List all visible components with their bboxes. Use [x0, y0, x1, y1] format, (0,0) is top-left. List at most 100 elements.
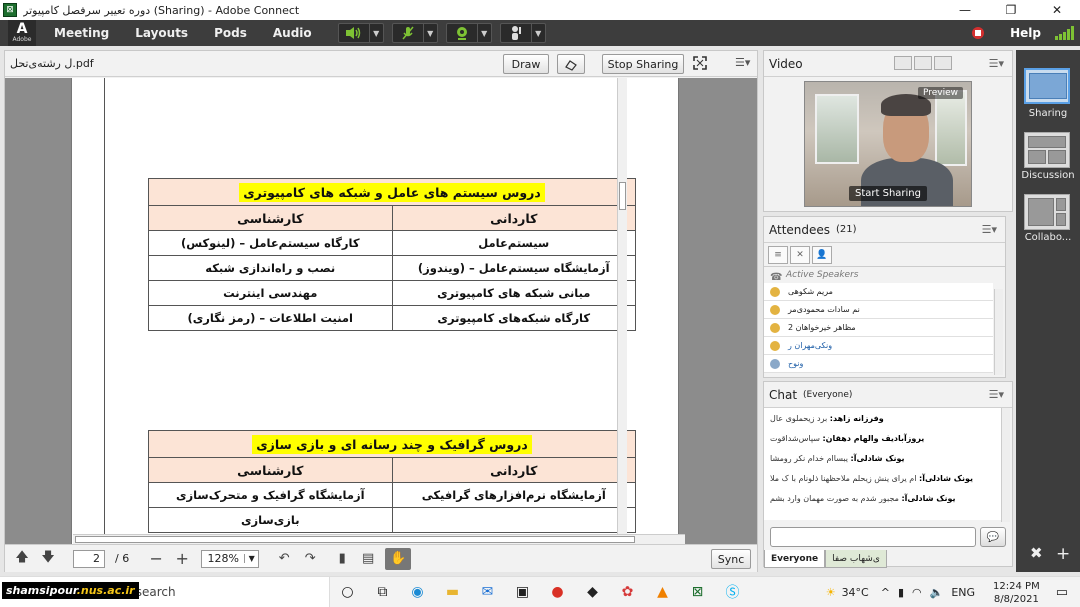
rotate-left-icon[interactable]: ↶: [271, 548, 297, 570]
file-explorer-icon[interactable]: ▬: [435, 577, 470, 607]
pod-menu-icon[interactable]: ☰▾: [989, 57, 1004, 70]
layout-discussion[interactable]: [1024, 132, 1070, 168]
edge-icon[interactable]: ◉: [400, 577, 435, 607]
minimize-button[interactable]: —: [942, 0, 988, 20]
adobe-connect-taskbar-icon[interactable]: ⊠: [680, 577, 715, 607]
zoom-select[interactable]: 128% ▼: [201, 549, 260, 568]
list-item[interactable]: ونوح: [764, 355, 993, 373]
video-pod-header: Video ☰▾: [764, 51, 1012, 77]
menu-layouts[interactable]: Layouts: [135, 26, 188, 40]
chevron-down-icon[interactable]: ▼: [244, 554, 258, 563]
paint-app-icon[interactable]: ✿: [610, 577, 645, 607]
language-indicator[interactable]: ENG: [951, 586, 975, 599]
save-document-icon[interactable]: ▮: [329, 548, 355, 570]
speaker-icon[interactable]: [339, 26, 369, 40]
weather-icon[interactable]: ☀: [826, 586, 836, 599]
webcam-control[interactable]: ▼: [445, 23, 492, 43]
chevron-down-icon[interactable]: ▼: [368, 24, 383, 42]
system-tray: ☀ 34°C ^ ▮ ◠ 🔈 ENG 12:24 PM 8/8/2021 ▭: [826, 577, 1080, 607]
collapse-view-icon[interactable]: ✕: [790, 245, 810, 264]
document-viewer: دروس سیستم های عامل و شبکه های کامپیوتری…: [5, 78, 757, 544]
list-item[interactable]: مریم شکوهی: [764, 283, 993, 301]
filmstrip-view-icon[interactable]: [914, 56, 932, 70]
webcam-video[interactable]: Preview Start Sharing: [804, 81, 972, 207]
list-item[interactable]: نم سادات محمودی‌مر: [764, 301, 993, 319]
chevron-up-icon[interactable]: ^: [881, 586, 890, 599]
vertical-scrollbar[interactable]: [617, 78, 627, 544]
hand-tool-icon[interactable]: ✋: [385, 547, 412, 570]
weather-temp[interactable]: 34°C: [842, 586, 869, 599]
chrome-icon[interactable]: ●: [540, 577, 575, 607]
microphone-muted-icon[interactable]: [393, 25, 423, 41]
store-icon[interactable]: ▣: [505, 577, 540, 607]
menu-audio[interactable]: Audio: [273, 26, 312, 40]
pod-menu-icon[interactable]: ☰▾: [989, 388, 1004, 401]
chat-scope: (Everyone): [803, 389, 853, 400]
menu-pods[interactable]: Pods: [214, 26, 247, 40]
chat-input[interactable]: [770, 527, 976, 547]
chevron-down-icon[interactable]: ▼: [422, 24, 437, 42]
webcam-icon[interactable]: [447, 25, 477, 41]
wifi-icon[interactable]: ◠: [912, 586, 922, 599]
volume-icon[interactable]: 🔈: [930, 586, 944, 599]
pod-menu-icon[interactable]: ☰▾: [982, 223, 997, 236]
horizontal-scrollbar[interactable]: [73, 534, 685, 544]
add-layout-icon[interactable]: +: [1056, 544, 1070, 564]
recording-pause-icon[interactable]: [972, 27, 985, 39]
close-button[interactable]: ✕: [1034, 0, 1080, 20]
print-document-icon[interactable]: ▤: [355, 548, 381, 570]
chevron-down-icon[interactable]: ▼: [530, 24, 545, 42]
column-header-associate: کاردانی: [391, 457, 636, 483]
vertical-scrollbar[interactable]: [1001, 408, 1010, 522]
pod-menu-icon[interactable]: ☰▾: [735, 56, 750, 69]
arrow-down-icon[interactable]: 🡇: [35, 548, 61, 570]
send-message-button[interactable]: 💬: [980, 527, 1006, 547]
sync-button[interactable]: Sync: [711, 549, 751, 569]
zoom-out-icon[interactable]: −: [143, 548, 169, 570]
vertical-scrollbar[interactable]: [994, 289, 1003, 375]
menu-meeting[interactable]: Meeting: [54, 26, 109, 40]
zoom-in-icon[interactable]: +: [169, 548, 195, 570]
microphone-control[interactable]: ▼: [391, 23, 438, 43]
list-item[interactable]: مظاهر خیرخواهان 2: [764, 319, 993, 337]
menu-bar: A Adobe Meeting Layouts Pods Audio ▼ ▼ ▼ …: [0, 20, 1080, 46]
menu-help[interactable]: Help: [1010, 26, 1041, 40]
arrow-up-icon[interactable]: 🡅: [9, 548, 35, 570]
speaker-control[interactable]: ▼: [337, 23, 384, 43]
tab-everyone[interactable]: Everyone: [764, 550, 826, 568]
notification-icon[interactable]: ▭: [1056, 585, 1068, 600]
layout-collaboration[interactable]: [1024, 194, 1070, 230]
skype-icon[interactable]: Ⓢ: [715, 577, 750, 607]
chevron-down-icon[interactable]: ▼: [476, 24, 491, 42]
draw-button[interactable]: Draw: [503, 54, 549, 74]
raise-hand-icon[interactable]: [501, 25, 531, 41]
tab-private-chat[interactable]: ی‌شهاب صفا: [825, 550, 887, 568]
status-control[interactable]: ▼: [499, 23, 546, 43]
list-item[interactable]: ونکی‌مهران ر: [764, 337, 993, 355]
network-icon[interactable]: ▮: [898, 586, 904, 599]
eraser-app-icon[interactable]: ◆: [575, 577, 610, 607]
cortana-icon[interactable]: ○: [330, 577, 365, 607]
taskbar-search[interactable]: shamsipour.nus.ac.ir re to search: [0, 576, 330, 607]
mail-icon[interactable]: ✉: [470, 577, 505, 607]
rotate-right-icon[interactable]: ↷: [297, 548, 323, 570]
stop-sharing-button[interactable]: Stop Sharing: [602, 54, 684, 74]
maximize-button[interactable]: ❐: [988, 0, 1034, 20]
user-status-icon[interactable]: 👤: [812, 245, 832, 264]
clock[interactable]: 12:24 PM 8/8/2021: [993, 580, 1040, 606]
chat-pod-title: Chat: [769, 387, 798, 402]
close-panel-icon[interactable]: ✖: [1030, 544, 1043, 562]
grid-view-icon[interactable]: [894, 56, 912, 70]
fullscreen-icon[interactable]: [934, 56, 952, 70]
page-number-input[interactable]: 2: [73, 549, 105, 568]
start-sharing-button[interactable]: Start Sharing: [849, 186, 927, 201]
task-view-icon[interactable]: ⧉: [365, 577, 400, 607]
pointer-tool-button[interactable]: [557, 54, 585, 74]
user-icon: [770, 304, 780, 315]
layout-sharing[interactable]: [1024, 68, 1070, 104]
vlc-icon[interactable]: ▲: [645, 577, 680, 607]
list-view-icon[interactable]: ≡: [768, 245, 788, 264]
document-toolbar: 🡅 🡇 2 / 6 − + 128% ▼ ↶ ↷ ▮ ▤ ✋ Sync: [5, 544, 757, 572]
attendees-pod-title: Attendees: [769, 222, 831, 237]
fullscreen-icon[interactable]: [693, 56, 707, 73]
